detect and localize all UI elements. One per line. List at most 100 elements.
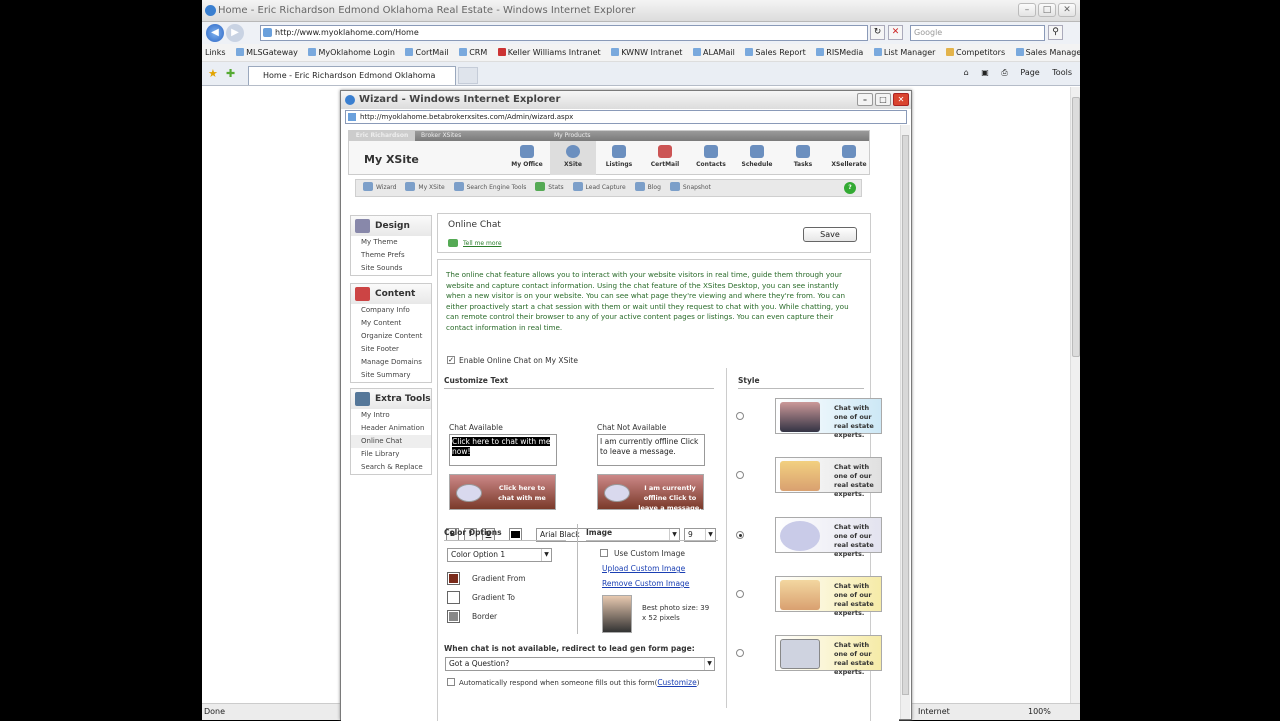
subnav-blog[interactable]: Blog (634, 180, 661, 196)
link-item[interactable]: Sales Manager Dashboard (1015, 44, 1080, 62)
popup-scrollbar[interactable] (900, 125, 910, 719)
style-radio-5[interactable] (736, 649, 744, 657)
nav-company-info[interactable]: Company Info (351, 304, 431, 317)
page-scrollbar[interactable] (1070, 87, 1080, 703)
chat-available-textarea[interactable]: Click here to chat with me now! (449, 434, 557, 466)
nav-listings[interactable]: Listings (596, 141, 642, 175)
subnav-stats[interactable]: Stats (535, 180, 564, 196)
feeds-icon[interactable]: ▣ (981, 68, 989, 77)
close-button[interactable]: ✕ (1058, 3, 1076, 17)
link-item[interactable]: CortMail (405, 44, 449, 62)
tools-menu[interactable]: Tools (1052, 68, 1072, 77)
redirect-select[interactable]: Got a Question? ▼ (445, 657, 715, 671)
nav-my-content[interactable]: My Content (351, 317, 431, 330)
style-option-5[interactable]: Chat with one of our real estate experts… (775, 635, 882, 676)
auto-respond-label: Automatically respond when someone fills… (459, 678, 700, 687)
link-item[interactable]: KWNW Intranet (611, 44, 682, 62)
nav-site-sounds[interactable]: Site Sounds (351, 262, 431, 275)
style-option-2[interactable]: Chat with one of our real estate experts… (775, 457, 882, 498)
search-input[interactable]: Google (910, 25, 1045, 41)
style-radio-2[interactable] (736, 471, 744, 479)
popup-minimize-button[interactable]: – (857, 93, 873, 106)
home-icon[interactable]: ⌂ (964, 68, 969, 77)
user-tab[interactable]: Eric Richardson (349, 131, 415, 141)
link-item[interactable]: MLSGateway (236, 44, 298, 62)
nav-my-theme[interactable]: My Theme (351, 236, 431, 249)
remove-image-link[interactable]: Remove Custom Image (602, 579, 689, 588)
customize-link[interactable]: Customize (657, 678, 696, 687)
nav-my-intro[interactable]: My Intro (351, 409, 431, 422)
style-radio-1[interactable] (736, 412, 744, 420)
style-option-4[interactable]: Chat with one of our real estate experts… (775, 576, 882, 617)
address-bar[interactable]: http://www.myoklahome.com/Home (260, 25, 868, 41)
chat-not-available-textarea[interactable]: I am currently offline Click to leave a … (597, 434, 705, 466)
help-icon[interactable]: ? (844, 182, 856, 194)
style-radio-3[interactable] (736, 531, 744, 539)
color-option-select[interactable]: Color Option 1 ▼ (447, 548, 552, 562)
nav-online-chat[interactable]: Online Chat (351, 435, 431, 448)
gradient-to-swatch[interactable] (447, 591, 460, 604)
link-item[interactable]: Sales Report (745, 44, 806, 62)
upload-image-link[interactable]: Upload Custom Image (602, 564, 685, 573)
nav-xsellerate[interactable]: XSellerate (826, 141, 872, 175)
save-button[interactable]: Save (803, 227, 857, 242)
gradient-from-swatch[interactable] (447, 572, 460, 585)
nav-site-summary[interactable]: Site Summary (351, 369, 431, 382)
popup-maximize-button[interactable]: □ (875, 93, 891, 106)
favorites-star-icon[interactable]: ★ (208, 67, 218, 80)
broker-tab[interactable]: Broker XSites (421, 131, 461, 141)
subnav-my-xsite[interactable]: My XSite (405, 180, 445, 196)
nav-contacts[interactable]: Contacts (688, 141, 734, 175)
border-swatch[interactable] (447, 610, 460, 623)
link-item[interactable]: ALAMail (692, 44, 735, 62)
link-item[interactable]: CRM (459, 44, 487, 62)
link-item[interactable]: RISMedia (816, 44, 863, 62)
zoom-level[interactable]: 100% (1028, 704, 1051, 720)
auto-respond-checkbox[interactable] (447, 678, 455, 686)
subnav-snapshot[interactable]: Snapshot (669, 180, 711, 196)
link-item[interactable]: Keller Williams Intranet (497, 44, 601, 62)
enable-chat-checkbox[interactable]: ✓ (447, 356, 455, 364)
style-radio-4[interactable] (736, 590, 744, 598)
page-menu[interactable]: Page (1020, 68, 1039, 77)
back-icon[interactable]: ◀ (206, 24, 224, 42)
subnav-wizard[interactable]: Wizard (363, 180, 396, 196)
style-text-4: Chat with one of our real estate experts… (834, 582, 874, 617)
nav-manage-domains[interactable]: Manage Domains (351, 356, 431, 369)
stop-icon[interactable]: ✕ (888, 25, 903, 40)
nav-header-animation[interactable]: Header Animation (351, 422, 431, 435)
forward-icon[interactable]: ▶ (226, 24, 244, 42)
new-tab-button[interactable] (458, 67, 478, 84)
nav-xsite[interactable]: XSite (550, 141, 596, 175)
tab-home[interactable]: Home - Eric Richardson Edmond Oklahoma R… (248, 66, 456, 98)
subnav-seo[interactable]: Search Engine Tools (453, 180, 526, 196)
minimize-button[interactable]: – (1018, 3, 1036, 17)
link-item[interactable]: List Manager (873, 44, 935, 62)
nav-my-office[interactable]: My Office (504, 141, 550, 175)
search-icon[interactable]: ⚲ (1048, 25, 1063, 40)
nav-theme-prefs[interactable]: Theme Prefs (351, 249, 431, 262)
subnav-lead-capture[interactable]: Lead Capture (572, 180, 626, 196)
nav-search-replace[interactable]: Search & Replace (351, 461, 431, 474)
redirect-value: Got a Question? (449, 659, 510, 668)
nav-organize-content[interactable]: Organize Content (351, 330, 431, 343)
nav-tasks[interactable]: Tasks (780, 141, 826, 175)
style-option-1[interactable]: Chat with one of our real estate experts… (775, 398, 882, 439)
style-option-3[interactable]: Chat with one of our real estate experts… (775, 517, 882, 558)
popup-close-button[interactable]: ✕ (893, 93, 909, 106)
link-item[interactable]: MyOklahome Login (308, 44, 395, 62)
nav-schedule[interactable]: Schedule (734, 141, 780, 175)
refresh-icon[interactable]: ↻ (870, 25, 885, 40)
nav-site-footer[interactable]: Site Footer (351, 343, 431, 356)
tell-me-more-link[interactable]: Tell me more (463, 240, 502, 247)
print-icon[interactable]: ⎙ (1001, 68, 1007, 77)
use-custom-image-checkbox[interactable] (600, 549, 608, 557)
products-tab[interactable]: My Products (554, 131, 591, 141)
maximize-button[interactable]: □ (1038, 3, 1056, 17)
sub-navigation: Wizard My XSite Search Engine Tools Stat… (355, 179, 862, 197)
nav-certmail[interactable]: CertMail (642, 141, 688, 175)
link-item[interactable]: Competitors (945, 44, 1005, 62)
nav-file-library[interactable]: File Library (351, 448, 431, 461)
add-favorites-icon[interactable]: ✚ (226, 67, 235, 80)
font-value: Arial Black (540, 530, 580, 539)
